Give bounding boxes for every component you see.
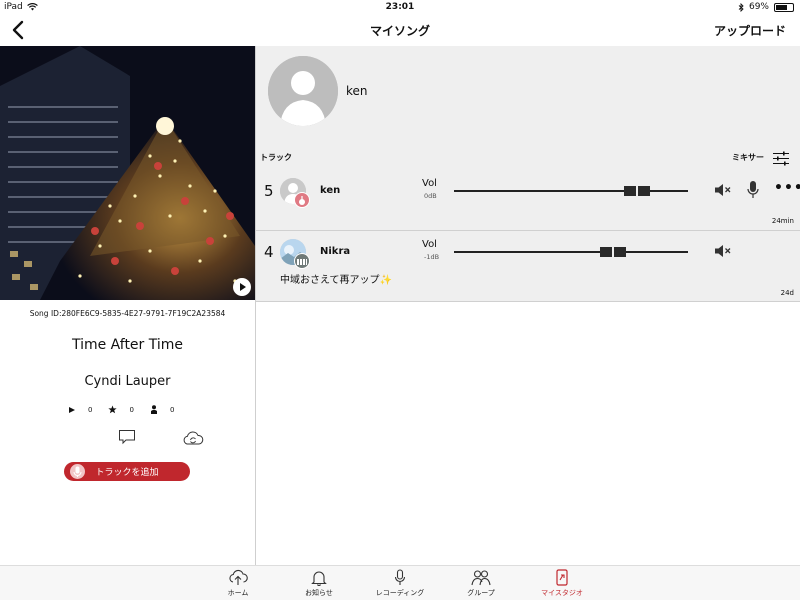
song-artist: Cyndi Lauper: [84, 374, 171, 389]
mixer-sliders-icon[interactable]: [772, 150, 790, 166]
tab-label: レコーディング: [375, 589, 425, 597]
tab-home[interactable]: ホーム: [203, 569, 273, 598]
plays-count: 0: [88, 405, 93, 414]
artwork-image: [0, 46, 255, 300]
volume-slider[interactable]: [454, 186, 688, 196]
volume-label: Vol: [422, 178, 437, 189]
add-track-label: トラックを追加: [95, 468, 159, 478]
song-detail-pane: Song ID:280FE6C9-5835-4E27-9791-7F19C2A2…: [0, 46, 255, 565]
bluetooth-icon: [738, 2, 744, 12]
volume-slider-knob[interactable]: [624, 186, 650, 196]
tracks-header: トラック ミキサー: [256, 146, 800, 170]
song-id: Song ID:280FE6C9-5835-4E27-9791-7F19C2A2…: [29, 309, 226, 318]
comment-icon[interactable]: [118, 429, 136, 445]
battery-percent: 69%: [748, 2, 769, 12]
volume-db: -1dB: [424, 253, 440, 261]
microphone-icon[interactable]: [746, 180, 760, 200]
microphone-icon: [394, 569, 406, 585]
tab-recording[interactable]: レコーディング: [365, 569, 435, 598]
tab-label: マイスタジオ: [541, 589, 583, 597]
upload-button[interactable]: アップロード: [714, 22, 786, 39]
track-number: 5: [264, 182, 274, 200]
mixer-label[interactable]: ミキサー: [732, 152, 764, 163]
default-avatar-icon: [268, 56, 338, 126]
track-owner: ken: [320, 185, 341, 196]
plays-stat: 0: [68, 406, 92, 414]
clock: 23:01: [385, 2, 415, 12]
group-icon: [471, 570, 491, 586]
tab-notifications[interactable]: お知らせ: [284, 569, 354, 598]
battery-fill: [776, 4, 787, 10]
profile-avatar[interactable]: [268, 56, 338, 126]
volume-slider-knob[interactable]: [600, 247, 626, 257]
song-actions: [0, 427, 255, 449]
tab-label: お知らせ: [305, 589, 333, 597]
status-bar: iPad 23:01 69%: [0, 0, 800, 14]
volume-db: 0dB: [424, 192, 437, 200]
profile-header: ken: [256, 46, 800, 146]
play-count-icon: [69, 406, 75, 413]
track-row[interactable]: 4 Nikra Vol -1dB 中域おさえて再アップ✨ 24d: [256, 231, 800, 301]
song-title: Time After Time: [71, 337, 184, 353]
cloud-upload-icon: [229, 569, 248, 585]
users-count: 0: [169, 405, 175, 414]
cloud-sync-icon[interactable]: [182, 429, 204, 447]
track-elapsed: 24d: [780, 289, 794, 297]
tab-bar: ホーム お知らせ レコーディング グループ マイスタジオ: [0, 565, 800, 600]
play-icon: [240, 283, 246, 291]
users-stat: 0: [150, 405, 174, 414]
tab-label: グループ: [467, 589, 495, 597]
page-title: マイソング: [369, 24, 430, 38]
guitar-icon: [299, 196, 305, 205]
tab-group[interactable]: グループ: [446, 569, 516, 598]
song-stats: 0 0 0: [68, 405, 190, 414]
star-icon: [108, 405, 118, 414]
track-number: 4: [264, 243, 274, 261]
add-track-button[interactable]: トラックを追加: [64, 462, 190, 481]
track-divider: [256, 301, 800, 302]
track-comment: 中域おさえて再アップ✨: [280, 275, 392, 286]
track-owner: Nikra: [320, 246, 351, 257]
volume-slider[interactable]: [454, 247, 688, 257]
mute-icon[interactable]: [714, 182, 732, 198]
track-row[interactable]: 5 ken Vol 0dB ••• 24min: [256, 170, 800, 230]
profile-name: ken: [346, 84, 368, 98]
song-artwork[interactable]: [0, 46, 255, 300]
battery-icon: [774, 2, 794, 12]
play-button[interactable]: [233, 278, 251, 296]
tab-my-studio[interactable]: マイスタジオ: [527, 569, 597, 598]
tab-label: ホーム: [227, 589, 249, 597]
microphone-icon: [73, 466, 82, 477]
track-elapsed: 24min: [771, 217, 794, 225]
mute-icon[interactable]: [714, 243, 732, 259]
instrument-badge: [294, 192, 310, 208]
stars-count: 0: [129, 405, 134, 414]
keyboard-icon: [297, 259, 307, 265]
bell-icon: [311, 571, 327, 586]
more-options-icon[interactable]: •••: [774, 180, 800, 196]
stars-stat: 0: [108, 405, 134, 414]
nav-bar: マイソング アップロード: [0, 14, 800, 46]
volume-label: Vol: [422, 239, 437, 250]
add-track-mic-badge: [70, 464, 85, 479]
tracks-label: トラック: [260, 153, 292, 162]
instrument-badge: [294, 253, 310, 269]
studio-icon: [556, 569, 568, 586]
person-icon: [150, 405, 157, 414]
